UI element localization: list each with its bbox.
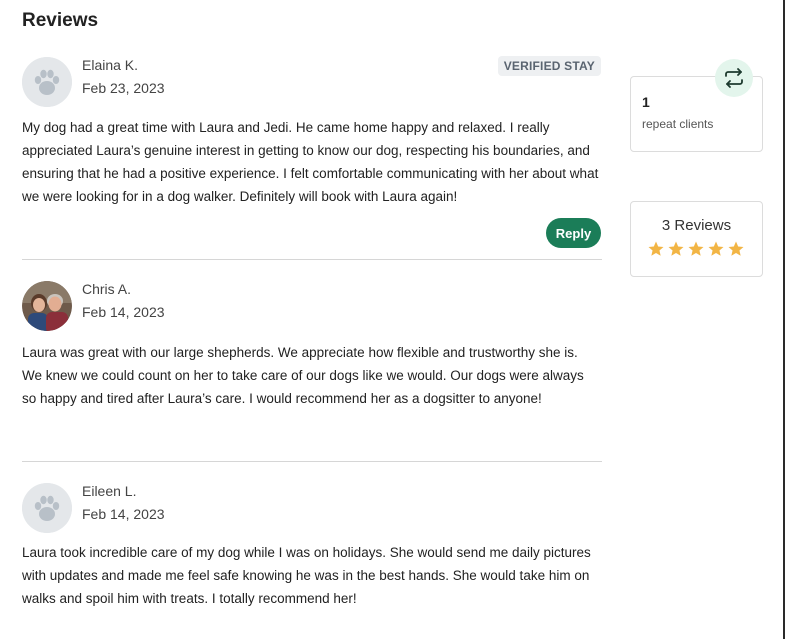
review-item: Elaina K. Feb 23, 2023 VERIFIED STAY My … <box>22 56 601 257</box>
avatar <box>22 281 72 331</box>
repeat-icon <box>715 59 753 97</box>
reviewer-name: Elaina K. <box>82 57 139 73</box>
review-item: Chris A. Feb 14, 2023 Laura was great wi… <box>22 281 601 441</box>
review-date: Feb 14, 2023 <box>82 506 165 522</box>
star-icon <box>728 241 744 256</box>
reply-button[interactable]: Reply <box>546 218 601 248</box>
repeat-clients-count: 1 <box>642 94 650 110</box>
review-text: Laura took incredible care of my dog whi… <box>22 545 591 606</box>
review-text: Laura was great with our large shepherds… <box>22 345 584 406</box>
reviews-summary-card: 3 Reviews <box>630 201 763 277</box>
star-rating <box>647 240 745 258</box>
review-item: Eileen L. Feb 14, 2023 Laura took incred… <box>22 483 601 623</box>
paw-icon <box>22 483 72 533</box>
review-date: Feb 14, 2023 <box>82 304 165 320</box>
reviewer-name: Chris A. <box>82 281 132 297</box>
star-icon <box>688 241 704 256</box>
paw-icon <box>22 57 72 107</box>
repeat-clients-label: repeat clients <box>642 117 714 131</box>
verified-stay-badge: VERIFIED STAY <box>497 56 601 76</box>
reviews-count: 3 Reviews <box>661 217 732 234</box>
star-icon <box>648 241 664 256</box>
divider <box>22 461 602 462</box>
review-date: Feb 23, 2023 <box>82 80 165 96</box>
review-text: My dog had a great time with Laura and J… <box>22 120 599 204</box>
star-icon <box>708 241 724 256</box>
repeat-clients-card: 1 repeat clients <box>630 59 763 152</box>
divider <box>22 259 602 260</box>
reviewer-name: Eileen L. <box>82 483 137 499</box>
page-title: Reviews <box>22 10 99 31</box>
star-icon <box>668 241 684 256</box>
